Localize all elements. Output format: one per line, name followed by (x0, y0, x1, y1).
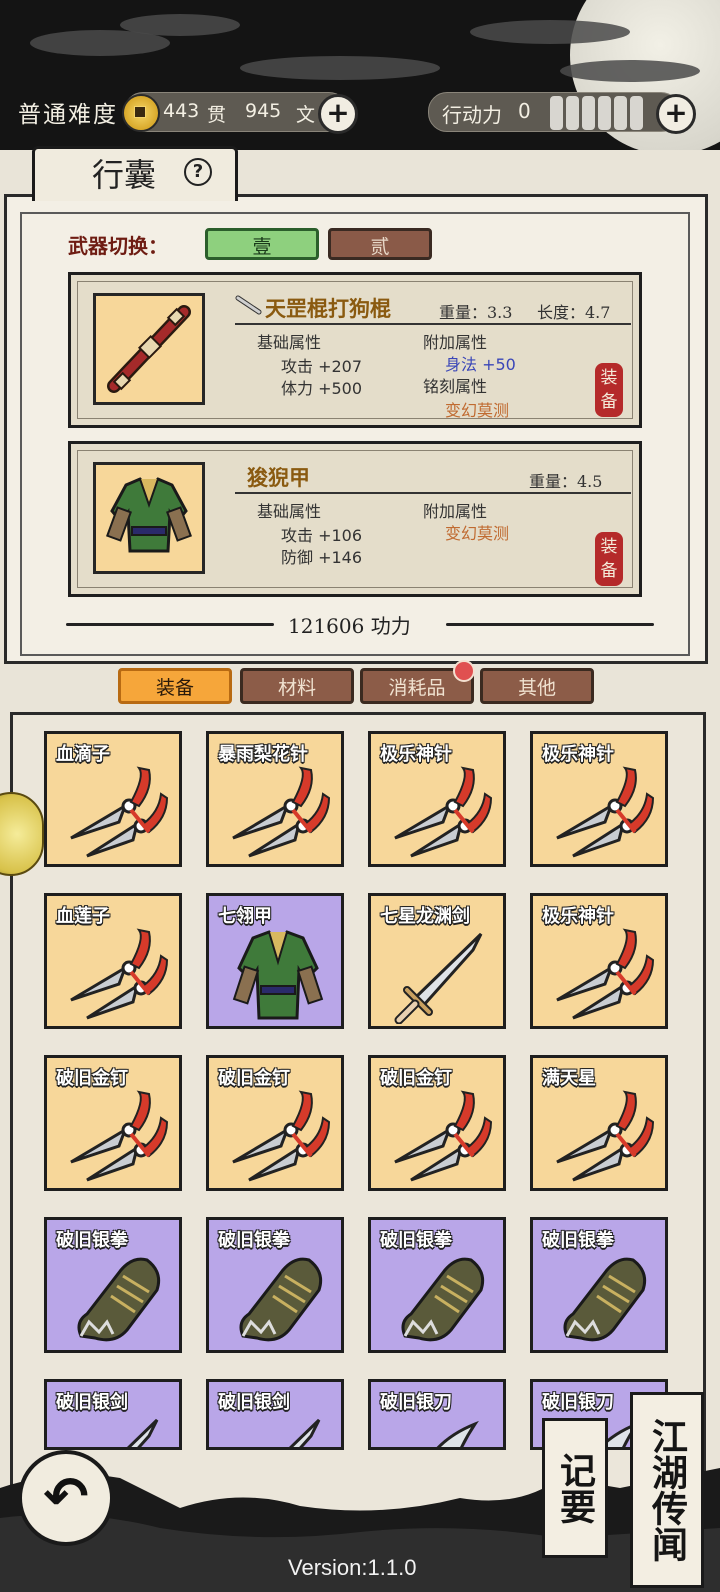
add-action-points-button[interactable]: + (656, 94, 696, 134)
equip-button[interactable]: 装备 (595, 532, 623, 586)
action-segment (582, 96, 595, 130)
extra-attr: 身法 +50 (445, 355, 516, 374)
item-name: 破旧银拳 (56, 1230, 128, 1251)
item-name: 破旧银拳 (380, 1230, 452, 1251)
notification-dot (453, 660, 475, 682)
help-icon[interactable]: ? (184, 158, 212, 186)
item-name: 血滴子 (56, 744, 110, 765)
extra-attr-title: 附加属性 (423, 502, 488, 521)
cloud-decoration (560, 60, 700, 82)
inventory-item[interactable]: 破旧金钉 (206, 1055, 344, 1191)
inventory-item[interactable]: 破旧银拳 (530, 1217, 668, 1353)
inventory-item[interactable]: 极乐神针 (530, 893, 668, 1029)
staff-icon (93, 293, 205, 405)
item-length: 长度：4.7 (537, 303, 611, 322)
guan-value: 443 (163, 100, 200, 122)
item-name: 极乐神针 (380, 744, 452, 765)
inventory-item[interactable]: 极乐神针 (530, 731, 668, 867)
item-weight: 重量：3.3 (439, 303, 513, 322)
engrave-attr-title: 铭刻属性 (423, 377, 488, 396)
item-name: 破旧银剑 (56, 1392, 128, 1413)
extra-attr: 变幻莫测 (445, 524, 510, 543)
weapon-switch-label: 武器切换： (68, 234, 168, 258)
action-points-value: 0 (518, 99, 531, 123)
action-segment (566, 96, 579, 130)
inventory-item[interactable]: 七翎甲 (206, 893, 344, 1029)
notes-button[interactable]: 记要 (542, 1418, 608, 1558)
action-segment (630, 96, 643, 130)
engrave-attr: 变幻莫测 (445, 401, 510, 420)
item-name: 七翎甲 (218, 906, 272, 927)
jianghu-rumors-button[interactable]: 江湖传闻 (630, 1392, 704, 1588)
item-name: 极乐神针 (542, 744, 614, 765)
action-segment (550, 96, 563, 130)
inventory-item[interactable]: 破旧银剑 (206, 1379, 344, 1450)
inventory-item[interactable]: 破旧金钉 (368, 1055, 506, 1191)
equipped-armor-card[interactable]: 狻猊甲 重量：4.5 基础属性 攻击 +106 防御 +146 附加属性 变幻莫… (68, 441, 642, 597)
base-attr-title: 基础属性 (257, 333, 322, 352)
base-attr: 攻击 +207 (281, 357, 363, 376)
inventory-item[interactable]: 破旧金钉 (44, 1055, 182, 1191)
action-points-label: 行动力 (442, 103, 502, 127)
tab-equipment[interactable]: 装备 (118, 668, 232, 704)
coin-icon (122, 94, 160, 132)
bag-title: 行囊 (92, 156, 157, 194)
inventory-item[interactable]: 满天星 (530, 1055, 668, 1191)
item-name: 破旧银刀 (542, 1392, 614, 1413)
item-name: 破旧金钉 (380, 1068, 452, 1089)
item-name: 七星龙渊剑 (380, 906, 470, 927)
cloud-decoration (470, 20, 630, 44)
equipped-weapon-card[interactable]: 天罡棍打狗棍 重量：3.3 长度：4.7 基础属性 攻击 +207 体力 +50… (68, 272, 642, 428)
base-attr: 攻击 +106 (281, 526, 363, 545)
item-name: 破旧金钉 (218, 1068, 290, 1089)
inventory-item[interactable]: 极乐神针 (368, 731, 506, 867)
inventory-item[interactable]: 血莲子 (44, 893, 182, 1029)
guan-unit: 贯 (207, 104, 227, 126)
weapon-slot-1-button[interactable]: 壹 (205, 228, 319, 260)
inventory-item[interactable]: 七星龙渊剑 (368, 893, 506, 1029)
wen-unit: 文 (296, 104, 316, 126)
inventory-item[interactable]: 破旧银刀 (368, 1379, 506, 1450)
item-name: 破旧银剑 (218, 1392, 290, 1413)
inventory-item[interactable]: 暴雨梨花针 (206, 731, 344, 867)
action-segment (614, 96, 627, 130)
back-button[interactable]: ↶ (18, 1450, 114, 1546)
equip-button[interactable]: 装备 (595, 363, 623, 417)
add-currency-button[interactable]: + (318, 94, 358, 134)
inventory-item[interactable]: 破旧银拳 (368, 1217, 506, 1353)
weapon-slot-2-button[interactable]: 贰 (328, 228, 432, 260)
tab-materials[interactable]: 材料 (240, 668, 354, 704)
item-name: 破旧银拳 (542, 1230, 614, 1251)
difficulty-label: 普通难度 (18, 102, 118, 128)
item-name: 满天星 (542, 1068, 596, 1089)
cloud-decoration (120, 14, 240, 36)
item-name: 极乐神针 (542, 906, 614, 927)
wen-value: 945 (245, 100, 282, 122)
base-attr: 体力 +500 (281, 379, 363, 398)
item-name: 破旧银拳 (218, 1230, 290, 1251)
version-label: Version:1.1.0 (288, 1555, 417, 1580)
extra-attr-title: 附加属性 (423, 333, 488, 352)
item-weight: 重量：4.5 (529, 472, 603, 491)
base-attr: 防御 +146 (281, 548, 363, 567)
armor-icon (93, 462, 205, 574)
total-power: 121606 功力 (288, 614, 411, 638)
item-name: 破旧银刀 (380, 1392, 452, 1413)
item-name: 血莲子 (56, 906, 110, 927)
item-name: 天罡棍打狗棍 (265, 296, 391, 321)
cloud-decoration (240, 56, 440, 80)
tab-others[interactable]: 其他 (480, 668, 594, 704)
inventory-item[interactable]: 破旧银拳 (44, 1217, 182, 1353)
base-attr-title: 基础属性 (257, 502, 322, 521)
inventory-item[interactable]: 血滴子 (44, 731, 182, 867)
item-name: 暴雨梨花针 (218, 744, 308, 765)
inventory-item[interactable]: 破旧银剑 (44, 1379, 182, 1450)
item-name: 破旧金钉 (56, 1068, 128, 1089)
staff-type-icon (235, 295, 262, 315)
action-segment (598, 96, 611, 130)
item-name: 狻猊甲 (247, 465, 310, 490)
inventory-item[interactable]: 破旧银拳 (206, 1217, 344, 1353)
